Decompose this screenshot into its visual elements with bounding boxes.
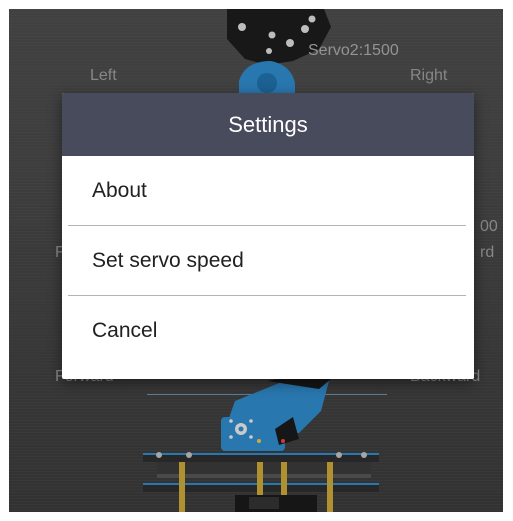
app-screen: Servo2:1500 Left Right 00 rd F Forward B… <box>9 9 503 512</box>
dialog-title: Settings <box>62 93 474 156</box>
cancel-option[interactable]: Cancel <box>62 296 474 365</box>
settings-dialog: Settings About Set servo speed Cancel <box>62 93 474 379</box>
set-servo-speed-option[interactable]: Set servo speed <box>62 226 474 295</box>
about-option[interactable]: About <box>62 156 474 225</box>
